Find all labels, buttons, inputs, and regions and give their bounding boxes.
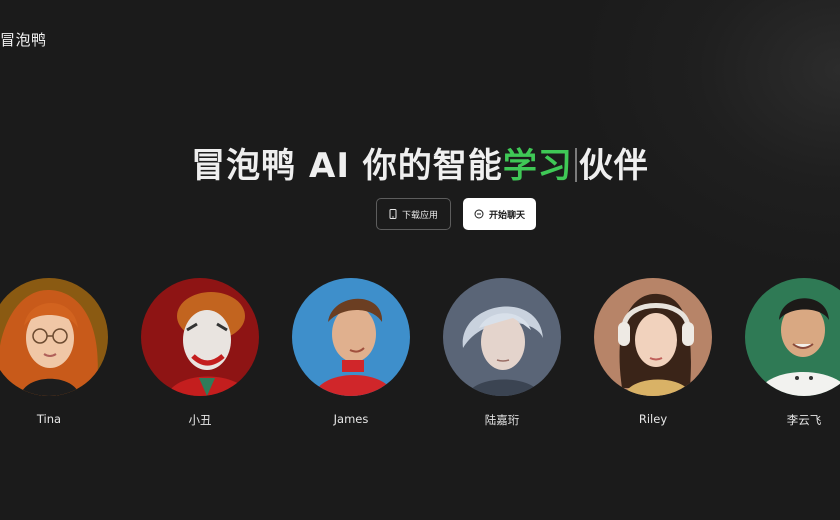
phone-icon (389, 209, 397, 219)
page: 冒泡鸭 冒泡鸭 AI 你的智能学习 伙伴 下载应用 开始聊天 Tina 小丑 J… (0, 0, 840, 520)
download-app-label: 下载应用 (401, 210, 438, 221)
hero-title: 冒泡鸭 AI 你的智能学习 伙伴 (0, 138, 840, 187)
character-avatar[interactable] (443, 278, 561, 396)
character-card-tina[interactable]: Tina (0, 278, 108, 426)
typing-cursor (574, 148, 577, 182)
start-chat-button[interactable]: 开始聊天 (463, 198, 536, 230)
character-name: 陆嘉珩 (484, 413, 520, 427)
download-app-button[interactable]: 下载应用 (376, 198, 451, 230)
character-card-liyunfei[interactable]: 李云飞 (745, 278, 840, 428)
character-name: James (333, 412, 369, 426)
character-card-riley[interactable]: Riley (594, 278, 712, 426)
hero-title-end: 伙伴 (578, 146, 649, 186)
hero-title-main: 冒泡鸭 AI 你的智能 (191, 146, 503, 186)
character-avatar[interactable] (0, 278, 108, 396)
character-name: 小丑 (188, 413, 212, 427)
character-avatar[interactable] (594, 278, 712, 396)
hero-title-accent: 学习 (502, 146, 573, 186)
character-name: 李云飞 (786, 413, 822, 427)
character-card-lujiaheng[interactable]: 陆嘉珩 (443, 278, 561, 428)
character-name: Tina (36, 412, 62, 426)
character-avatar[interactable] (141, 278, 259, 396)
chat-bubble-icon (474, 209, 484, 219)
character-avatar[interactable] (292, 278, 410, 396)
character-avatar[interactable] (745, 278, 840, 396)
character-card-james[interactable]: James (292, 278, 410, 426)
character-name: Riley (638, 412, 668, 426)
site-logo[interactable]: 冒泡鸭 (0, 29, 47, 50)
character-card-joker[interactable]: 小丑 (141, 278, 259, 428)
start-chat-label: 开始聊天 (488, 210, 525, 221)
